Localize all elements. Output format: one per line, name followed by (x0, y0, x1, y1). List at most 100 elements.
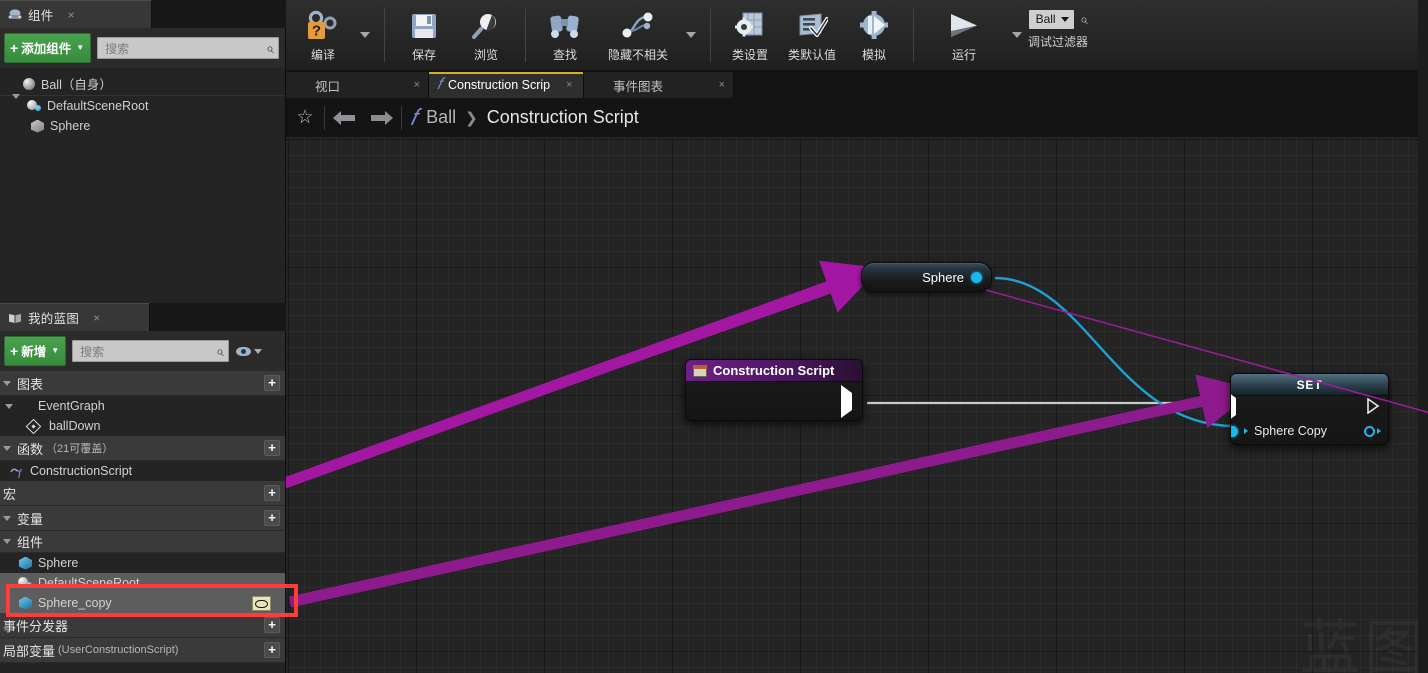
section-header-local-variables[interactable]: 局部变量 (UserConstructionScript) + (0, 638, 285, 663)
chevron-down-icon: ▼ (51, 346, 60, 355)
toolbar-divider (384, 8, 385, 62)
blueprint-graph-canvas[interactable]: 缩 蓝图 (286, 138, 1428, 673)
close-icon[interactable]: × (566, 79, 572, 91)
components-search-input[interactable]: 搜索 ⌕ (97, 37, 279, 59)
arrow-right-icon (371, 110, 393, 125)
search-icon: ⌕ (266, 39, 274, 56)
section-header-variables[interactable]: 变量 + (0, 506, 285, 531)
hide-unrelated-dropdown[interactable] (680, 0, 702, 70)
simulate-button[interactable]: 模拟 (843, 0, 905, 70)
static-mesh-icon (30, 119, 45, 134)
search-placeholder: 搜索 (80, 344, 105, 359)
visibility-eye-icon[interactable] (252, 596, 271, 611)
add-component-button[interactable]: + 添加组件 ▼ (4, 33, 92, 63)
breadcrumb-segment-ball[interactable]: Ball (426, 107, 456, 128)
simulate-label: 模拟 (861, 48, 886, 62)
list-item-var-defaultsceneroot[interactable]: DefaultSceneRoot (0, 573, 285, 593)
class-defaults-icon (796, 9, 828, 43)
tab-my-blueprint-label: 我的蓝图 (28, 312, 80, 326)
list-label-var-sphere-copy: Sphere_copy (38, 596, 112, 610)
eye-icon[interactable] (235, 345, 253, 357)
main-toolbar: ? 编译 保存 浏览 查找 隐藏不相关 类设置 类默认值 模拟 运行 Ball … (286, 0, 1428, 71)
compile-gear-question-icon: ? (305, 9, 341, 43)
debug-filter-select[interactable]: Ball (1028, 10, 1074, 29)
components-tree: Ball（自身） DefaultSceneRoot Sphere (0, 68, 285, 136)
class-defaults-button[interactable]: 类默认值 (781, 0, 843, 70)
section-header-event-dispatchers[interactable]: 事件分发器 + (0, 613, 285, 638)
add-new-button[interactable]: + 新增 ▼ (4, 336, 67, 366)
search-icon: ⌕ (216, 342, 225, 359)
tree-row-ball[interactable]: Ball（自身） (0, 72, 285, 96)
chevron-down-icon[interactable] (254, 348, 263, 354)
tab-viewport[interactable]: 视口 × (286, 72, 429, 98)
blueprint-search-input[interactable]: 搜索 ⌕ (72, 340, 230, 362)
find-button[interactable]: 查找 (534, 0, 596, 70)
favorite-button[interactable]: ☆ (286, 106, 324, 129)
list-label-eventgraph: EventGraph (38, 399, 105, 413)
thin-annotation-layer (286, 282, 1428, 486)
add-macro-button[interactable]: + (264, 485, 280, 501)
section-header-components[interactable]: 组件 (0, 531, 285, 553)
play-button[interactable]: 运行 (922, 0, 1006, 70)
section-header-graphs[interactable]: 图表 + (0, 371, 285, 396)
save-button[interactable]: 保存 (393, 0, 455, 70)
compile-button[interactable]: ? 编译 (292, 0, 354, 70)
tab-construction-script[interactable]: 𝑓 Construction Scrip × (429, 72, 584, 98)
section-header-macros[interactable]: 宏 + (0, 481, 285, 506)
debug-filter-value: Ball (1035, 12, 1056, 26)
binoculars-icon (548, 9, 582, 43)
play-triangle-icon (943, 9, 985, 43)
list-item-eventgraph[interactable]: EventGraph (0, 396, 285, 416)
play-dropdown[interactable] (1006, 0, 1028, 70)
add-graph-button[interactable]: + (264, 375, 280, 391)
list-item-var-sphere-copy[interactable]: Sphere_copy (0, 593, 285, 613)
close-icon[interactable]: × (68, 8, 75, 22)
add-event-dispatcher-button[interactable]: + (264, 617, 280, 633)
section-header-functions[interactable]: 函数 （21可覆盖） + (0, 436, 285, 461)
blueprint-tab-strip: 我的蓝图 × (0, 303, 286, 331)
expander-down-icon[interactable] (12, 94, 22, 113)
static-mesh-icon (18, 596, 33, 611)
search-icon[interactable]: ⌕ (1080, 11, 1088, 28)
list-item-var-sphere[interactable]: Sphere (0, 553, 285, 573)
function-icon: f (10, 464, 25, 479)
add-local-variable-button[interactable]: + (264, 642, 280, 658)
toolbar-group-graph: 查找 隐藏不相关 (528, 0, 708, 70)
list-label-var-defaultsceneroot: DefaultSceneRoot (38, 576, 140, 590)
close-icon[interactable]: × (719, 79, 725, 91)
toolbar-divider (710, 8, 711, 62)
forward-button[interactable] (363, 108, 401, 128)
tab-my-blueprint[interactable]: 我的蓝图 × (0, 303, 150, 331)
search-placeholder: 搜索 (105, 41, 130, 56)
breadcrumb-segment-construction-script[interactable]: Construction Script (487, 107, 639, 128)
close-icon[interactable]: × (414, 79, 420, 91)
tab-construction-script-label: Construction Scrip (447, 78, 551, 92)
scene-root-icon (18, 576, 33, 591)
svg-text:f: f (18, 467, 23, 478)
list-item-constructionscript[interactable]: f ConstructionScript (0, 461, 285, 481)
components-icon (7, 7, 22, 22)
hide-unrelated-button[interactable]: 隐藏不相关 (596, 0, 680, 70)
tab-event-graph[interactable]: 事件图表 × (584, 72, 734, 98)
tree-row-sphere[interactable]: Sphere (0, 116, 285, 136)
event-node-icon (25, 418, 42, 434)
save-label: 保存 (411, 48, 436, 62)
list-item-balldown[interactable]: ballDown (0, 416, 285, 436)
browse-button[interactable]: 浏览 (455, 0, 517, 70)
toolbar-divider (913, 8, 914, 62)
list-label-balldown: ballDown (49, 419, 101, 433)
tree-label-sphere: Sphere (50, 119, 91, 133)
breadcrumb-divider (401, 105, 402, 130)
add-function-button[interactable]: + (264, 440, 280, 456)
section-label-variables: 变量 (17, 511, 44, 527)
visibility-options[interactable] (235, 345, 264, 357)
close-icon[interactable]: × (93, 311, 100, 325)
add-variable-button[interactable]: + (264, 510, 280, 526)
add-component-label: 添加组件 (21, 42, 72, 56)
back-button[interactable] (325, 108, 363, 128)
compile-dropdown[interactable] (354, 0, 376, 70)
star-icon: ☆ (296, 107, 314, 128)
class-settings-button[interactable]: 类设置 (719, 0, 781, 70)
tree-row-defaultsceneroot[interactable]: DefaultSceneRoot (0, 94, 285, 116)
tab-components[interactable]: 组件 × (0, 0, 152, 28)
